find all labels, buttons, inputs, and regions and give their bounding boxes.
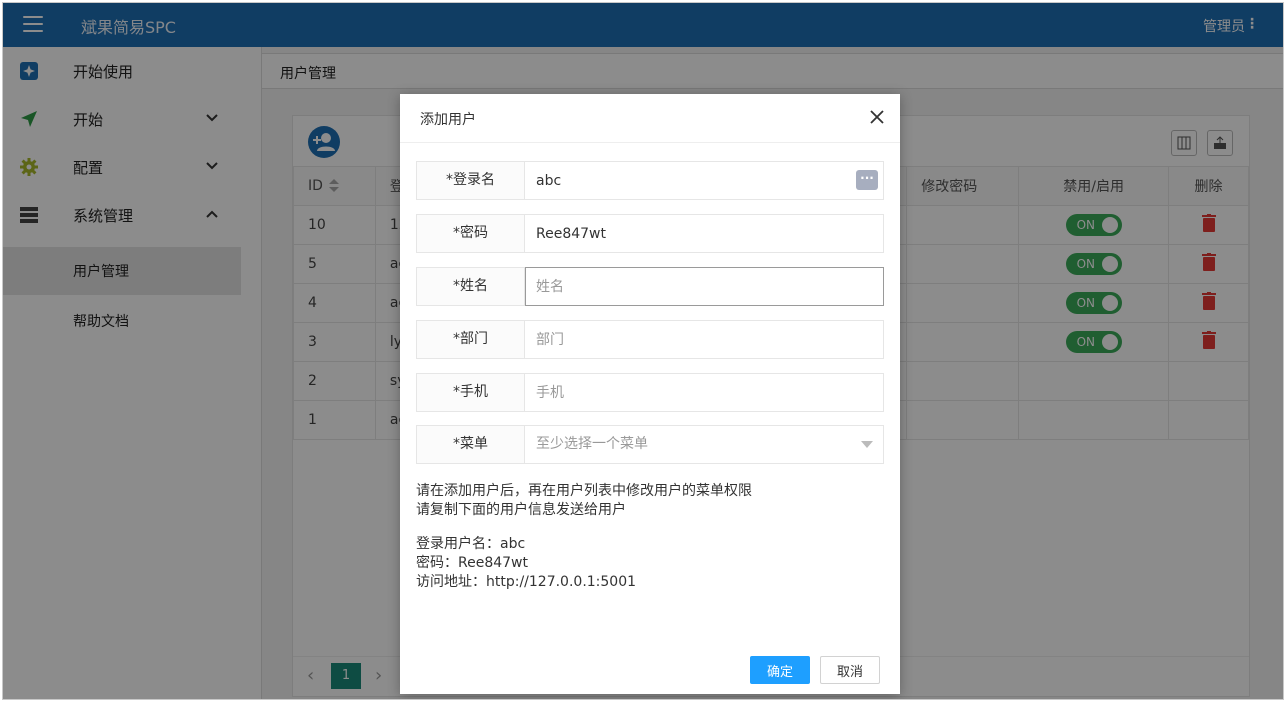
form-row-name: *姓名 [416,267,884,306]
form-row-login: *登录名 ··· [416,161,884,200]
cancel-button[interactable]: 取消 [820,656,880,684]
form-row-menu: *菜单 至少选择一个菜单 [416,425,884,464]
field-label-menu: *菜单 [417,426,525,463]
field-label-password: *密码 [417,215,525,252]
login-name-input[interactable] [526,162,883,199]
hint-text: 请复制下面的用户信息发送给用户 [416,502,626,518]
dialog-title: 添加用户 [420,112,476,128]
name-input[interactable] [525,267,884,306]
field-label-dept: *部门 [417,321,525,358]
field-label-login: *登录名 [417,162,525,199]
department-input[interactable] [526,321,883,358]
user-info-password: 密码：Ree847wt [416,555,528,571]
user-info-login: 登录用户名：abc [416,536,526,552]
confirm-button[interactable]: 确定 [750,656,810,684]
add-user-dialog: 添加用户 *登录名 ··· *密码 *姓名 *部门 *手机 *菜单 至少选择一个… [400,94,900,694]
field-label-name: *姓名 [417,268,525,305]
form-row-dept: *部门 [416,320,884,359]
field-label-phone: *手机 [417,374,525,411]
app-window: 斌果简易SPC 管理员 ⋮ 开始使用 开始 配置 系统管理 用户管理 帮助文档 [2,2,1284,700]
hint-text: 请在添加用户后，再在用户列表中修改用户的菜单权限 [416,483,752,499]
phone-input[interactable] [526,374,883,411]
password-manager-icon[interactable]: ··· [856,170,878,190]
user-info-url: 访问地址：http://127.0.0.1:5001 [416,574,637,590]
password-input[interactable] [526,215,883,252]
close-icon[interactable] [870,110,884,124]
menu-select[interactable]: 至少选择一个菜单 [526,426,883,463]
chevron-down-icon[interactable] [861,441,873,448]
form-row-password: *密码 [416,214,884,253]
form-row-phone: *手机 [416,373,884,412]
dialog-header: 添加用户 [400,94,900,143]
